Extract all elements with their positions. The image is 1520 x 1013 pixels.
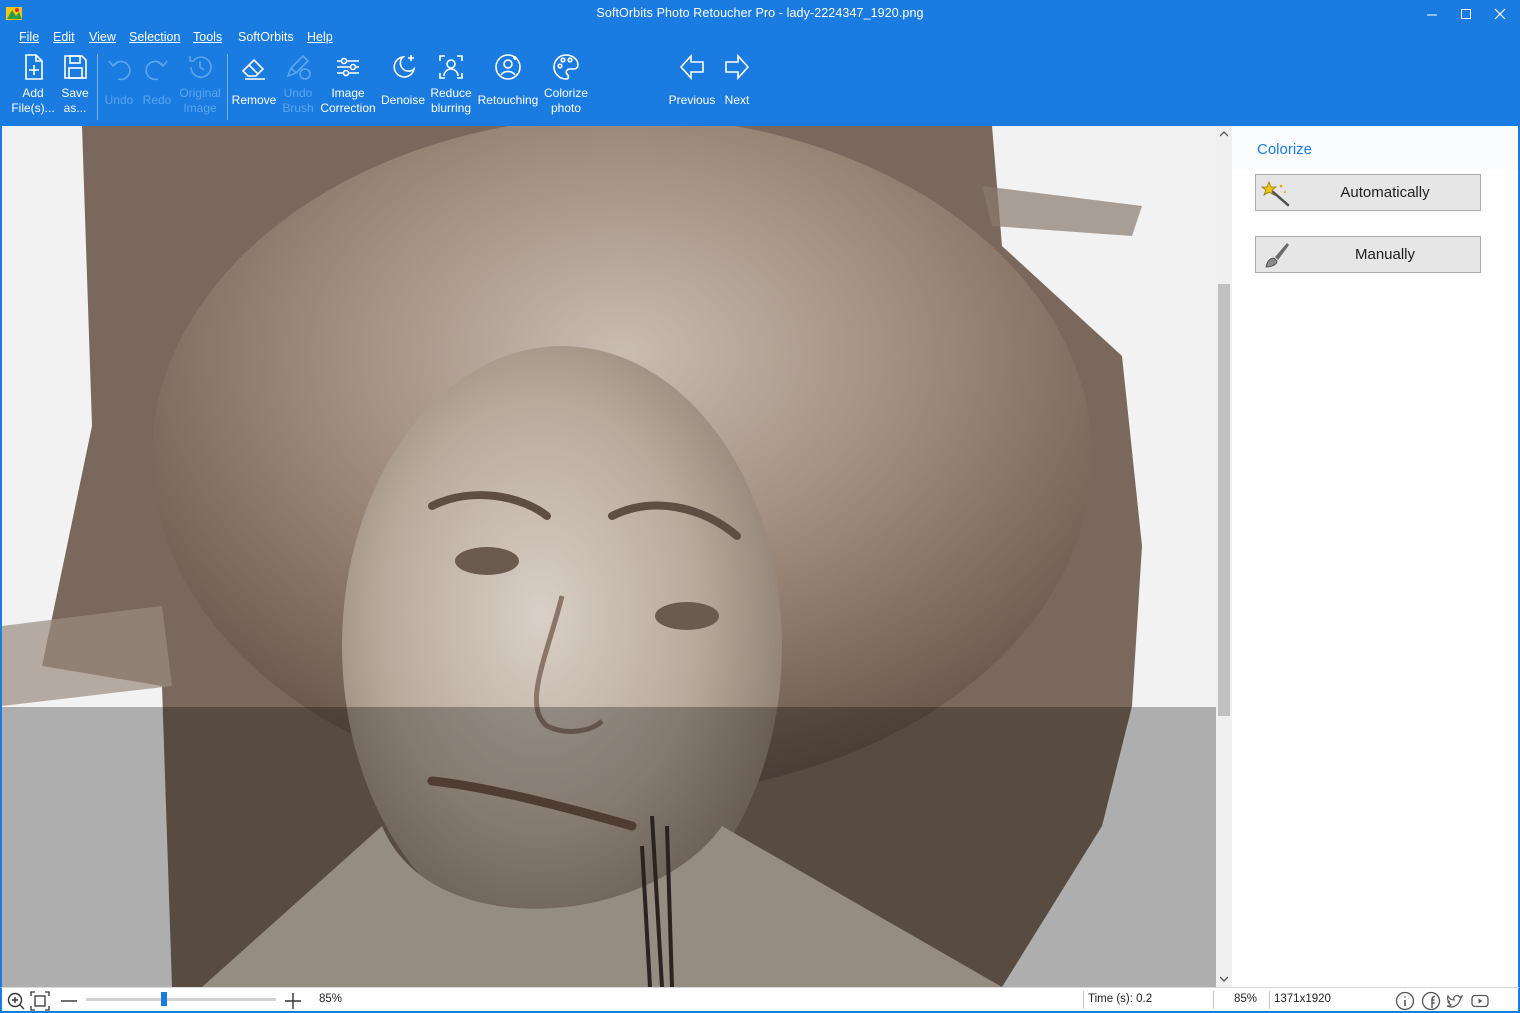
menu-help[interactable]: Help: [307, 30, 333, 44]
twitter-icon[interactable]: [1445, 991, 1465, 1011]
scroll-up-button[interactable]: [1216, 126, 1232, 142]
focus-person-icon: [439, 55, 463, 79]
image-correction-button[interactable]: Image Correction: [318, 52, 378, 116]
close-icon: [1494, 8, 1506, 20]
undo-brush-button[interactable]: Undo Brush: [278, 52, 318, 116]
redo-button[interactable]: Redo: [138, 52, 176, 108]
automatically-button[interactable]: Automatically: [1255, 174, 1481, 211]
processing-time: Time (s): 0.2: [1088, 993, 1153, 1005]
zoom-slider[interactable]: [86, 998, 276, 1001]
youtube-icon[interactable]: [1470, 991, 1490, 1011]
undo-brush-icon: [286, 54, 311, 80]
zoom-slider-thumb[interactable]: [160, 992, 167, 1006]
retouching-button[interactable]: Retouching: [476, 52, 540, 108]
toolbar-separator: [97, 54, 98, 120]
zoom-in-icon[interactable]: [6, 991, 26, 1011]
portrait-photo: [2, 126, 1216, 987]
zoom-value: 85%: [319, 993, 343, 1005]
magic-wand-icon: [1261, 180, 1290, 207]
scrollbar-thumb[interactable]: [1218, 284, 1230, 716]
remove-button[interactable]: Remove: [230, 52, 278, 108]
next-button[interactable]: Next: [717, 52, 757, 108]
menu-softorbits[interactable]: SoftOrbits: [238, 30, 294, 44]
history-icon: [189, 56, 212, 78]
facebook-icon[interactable]: [1421, 991, 1441, 1011]
undo-icon: [108, 60, 131, 81]
retouch-face-icon: [495, 54, 521, 80]
toolbar-separator: [227, 54, 228, 120]
colorize-photo-button[interactable]: Colorize photo: [542, 52, 590, 116]
save-as-button[interactable]: Save as...: [56, 52, 94, 116]
original-image-button[interactable]: Original Image: [176, 52, 224, 116]
title-bar: SoftOrbits Photo Retoucher Pro - lady-22…: [0, 0, 1520, 28]
arrow-left-icon: [679, 53, 704, 81]
vertical-scrollbar[interactable]: [1216, 126, 1232, 987]
info-icon[interactable]: [1395, 991, 1415, 1011]
close-button[interactable]: [1482, 0, 1518, 28]
sliders-icon: [337, 57, 359, 77]
status-separator: [1213, 991, 1214, 1009]
arrow-right-icon: [725, 53, 750, 81]
menu-tools[interactable]: Tools: [193, 30, 222, 44]
menu-selection[interactable]: Selection: [129, 30, 180, 44]
previous-button[interactable]: Previous: [667, 52, 717, 108]
denoise-button[interactable]: Denoise: [380, 52, 426, 108]
zoom-plus-icon[interactable]: [283, 991, 303, 1011]
add-files-button[interactable]: Add File(s)...: [11, 52, 55, 116]
save-icon: [64, 55, 87, 79]
image-dimensions: 1371x1920: [1274, 993, 1331, 1005]
status-separator: [1083, 991, 1084, 1009]
colorize-panel: Colorize Automatically Manually: [1232, 126, 1520, 987]
moon-sparkle-icon: [393, 55, 416, 78]
menu-bar: File Edit View Selection Tools SoftOrbit…: [0, 28, 1520, 48]
scroll-down-button[interactable]: [1216, 971, 1232, 987]
window-title: SoftOrbits Photo Retoucher Pro - lady-22…: [596, 6, 924, 20]
add-file-icon: [25, 54, 43, 80]
undo-button[interactable]: Undo: [100, 52, 138, 108]
minimize-icon: [1427, 14, 1437, 16]
reduce-blurring-button[interactable]: Reduce blurring: [428, 52, 474, 116]
palette-icon: [553, 54, 579, 80]
chevron-down-icon: [1220, 976, 1228, 982]
image-canvas[interactable]: [0, 126, 1216, 987]
paintbrush-icon: [1265, 243, 1289, 268]
maximize-button[interactable]: [1448, 0, 1484, 28]
maximize-icon: [1461, 9, 1471, 19]
menu-edit[interactable]: Edit: [53, 30, 75, 44]
status-bar: 85% Time (s): 0.2 85% 1371x1920: [0, 987, 1520, 1013]
panel-title: Colorize: [1257, 141, 1313, 158]
menu-file[interactable]: File: [19, 30, 39, 44]
toolbar: Add File(s)... Save as... Undo Redo Orig…: [0, 48, 1520, 126]
chevron-up-icon: [1220, 131, 1228, 137]
zoom-indicator: 85%: [1234, 993, 1258, 1005]
zoom-out-icon[interactable]: [59, 991, 79, 1011]
status-separator: [1269, 991, 1270, 1009]
eraser-icon: [241, 58, 265, 80]
panel-header: Colorize: [1232, 126, 1518, 170]
menu-view[interactable]: View: [89, 30, 116, 44]
fit-to-window-icon[interactable]: [30, 991, 50, 1011]
minimize-button[interactable]: [1414, 0, 1450, 28]
redo-icon: [145, 60, 168, 81]
manually-button[interactable]: Manually: [1255, 236, 1481, 273]
